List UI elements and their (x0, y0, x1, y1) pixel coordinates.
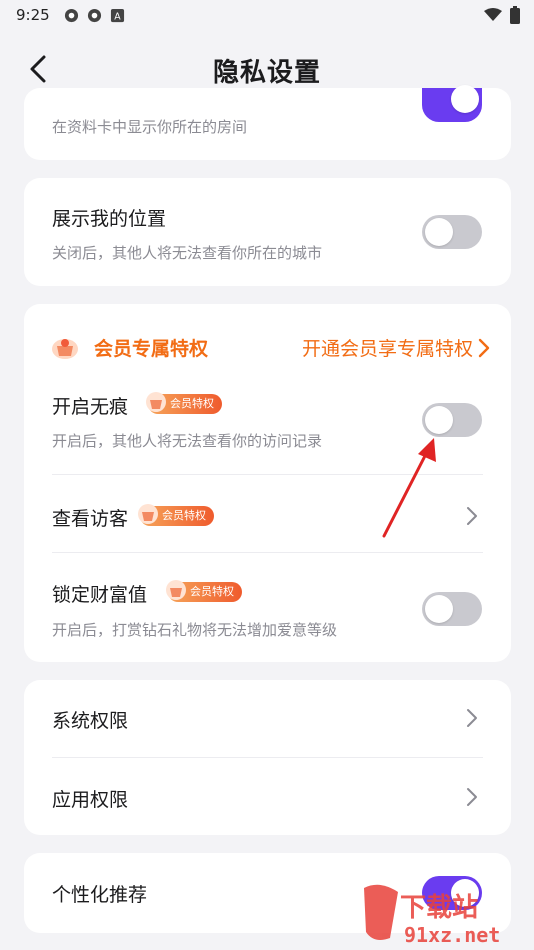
room-setting-card: 在资料卡中显示你所在的房间 (24, 85, 511, 160)
notification-a-icon: A (110, 8, 124, 22)
chevron-right-icon[interactable] (465, 786, 479, 808)
watermark-logo-icon: 下载站 91xz.net (364, 884, 500, 947)
divider (52, 552, 483, 553)
status-time: 9:25 (16, 6, 50, 24)
chevron-right-icon[interactable] (465, 505, 479, 527)
vip-gift-icon (146, 392, 166, 412)
chevron-right-icon[interactable] (465, 707, 479, 729)
vip-badge-label: 会员特权 (170, 397, 214, 410)
lock-wealth-title: 锁定财富值 (52, 584, 148, 606)
vip-gift-icon (166, 580, 186, 600)
room-setting-desc: 在资料卡中显示你所在的房间 (52, 118, 248, 136)
incognito-desc: 开启后，其他人将无法查看你的访问记录 (52, 432, 323, 450)
visitors-title[interactable]: 查看访客 (52, 504, 128, 531)
lock-wealth-toggle[interactable] (422, 592, 482, 626)
vip-badge: 会员特权 (138, 504, 214, 526)
location-desc: 关闭后，其他人将无法查看你所在的城市 (52, 244, 323, 262)
location-setting-card: 展示我的位置 关闭后，其他人将无法查看你所在的城市 (24, 178, 511, 286)
chevron-right-icon[interactable] (477, 337, 491, 359)
vip-badge: 会员特权 (166, 580, 242, 602)
status-right (484, 6, 520, 24)
annotation-arrow-icon (382, 438, 436, 538)
battery-icon (510, 6, 520, 24)
system-permissions-title[interactable]: 系统权限 (52, 706, 128, 733)
vip-badge-label: 会员特权 (190, 585, 234, 598)
room-toggle[interactable] (422, 85, 482, 122)
vip-badge: 会员特权 (146, 392, 222, 414)
vip-gift-icon (52, 339, 78, 359)
vip-section-title: 会员专属特权 (94, 338, 209, 360)
status-bar: 9:25 A (0, 0, 534, 30)
vip-gift-icon (138, 504, 158, 524)
location-title: 展示我的位置 (52, 208, 167, 230)
permissions-card: 系统权限 应用权限 (24, 680, 511, 835)
recommendation-title: 个性化推荐 (52, 884, 148, 906)
vip-badge-label: 会员特权 (162, 509, 206, 522)
back-arrow-icon[interactable] (26, 54, 52, 84)
settings-gear-icon (64, 8, 78, 22)
incognito-title: 开启无痕 (52, 396, 129, 418)
app-permissions-title[interactable]: 应用权限 (52, 785, 128, 812)
wifi-icon (484, 8, 502, 21)
page-title: 隐私设置 (212, 57, 321, 88)
svg-text:91xz.net: 91xz.net (404, 923, 500, 947)
location-toggle[interactable] (422, 215, 482, 249)
vip-subscribe-link[interactable]: 开通会员享专属特权 (302, 334, 473, 361)
settings-gear-icon (87, 8, 101, 22)
svg-text:下载站: 下载站 (400, 893, 478, 923)
lock-wealth-desc: 开启后，打赏钻石礼物将无法增加爱意等级 (52, 621, 338, 639)
svg-text:A: A (114, 11, 121, 22)
divider (52, 757, 483, 758)
